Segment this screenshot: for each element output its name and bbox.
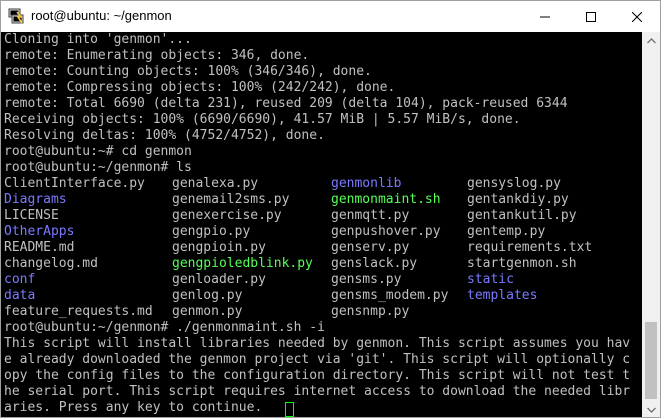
ls-entry-file: gentankutil.py	[467, 208, 577, 223]
output-line: Resolving deltas: 100% (4752/4752), done…	[4, 128, 325, 143]
title-bar[interactable]: root@ubuntu: ~/genmon	[1, 1, 660, 32]
ls-entry-file: gentemp.py	[467, 224, 546, 239]
scroll-up-icon	[646, 37, 656, 43]
output-line: remote: Compressing objects: 100% (242/2…	[4, 80, 396, 95]
ls-entry-file: genlog.py	[172, 288, 243, 303]
close-button[interactable]	[614, 1, 660, 32]
ls-entry-file: genloader.py	[172, 272, 266, 287]
output-line: Receiving objects: 100% (6690/6690), 41.…	[4, 112, 521, 127]
ls-entry-file: genpushover.py	[331, 224, 441, 239]
minimize-button[interactable]	[522, 1, 568, 32]
ls-entry-file: changelog.md	[4, 256, 98, 271]
putty-icon[interactable]	[8, 8, 24, 24]
ls-entry-file: genalexa.py	[172, 176, 259, 191]
output-line: remote: Counting objects: 100% (346/346)…	[4, 64, 372, 79]
ls-entry-file: gensms_modem.py	[331, 288, 449, 303]
ls-entry-file: gensyslog.py	[467, 176, 561, 191]
output-line: aries. Press any key to continue.	[4, 400, 263, 415]
ls-entry-file: gensnmp.py	[331, 304, 410, 319]
terminal-window: root@ubuntu: ~/genmon Cloning into 'genm…	[0, 0, 661, 418]
ls-entry-file: genemail2sms.py	[172, 192, 290, 207]
output-line: remote: Total 6690 (delta 231), reused 2…	[4, 96, 568, 111]
close-icon	[632, 11, 642, 22]
output-line: e already downloaded the genmon project …	[4, 352, 631, 367]
ls-entry-file: gensms.py	[331, 272, 402, 287]
ls-entry-directory: templates	[467, 288, 538, 303]
output-line: he serial port. This script requires int…	[4, 384, 631, 399]
prompt-line: root@ubuntu:~/genmon# ls	[4, 160, 192, 175]
output-line: This script will install libraries neede…	[4, 336, 631, 351]
terminal-output[interactable]: Cloning into 'genmon'... remote: Enumera…	[2, 32, 642, 417]
text-cursor	[285, 402, 294, 417]
ls-entry-file: gengpio.py	[172, 224, 251, 239]
ls-entry-file: genmqtt.py	[331, 208, 410, 223]
ls-entry-directory: Diagrams	[4, 192, 67, 207]
ls-entry-file: gengpioledblink.py	[172, 256, 313, 271]
ls-entry-file: gengpioin.py	[172, 240, 266, 255]
output-line: remote: Enumerating objects: 346, done.	[4, 48, 310, 63]
ls-entry-file: startgenmon.sh	[467, 256, 577, 271]
ls-entry-file: genslack.py	[331, 256, 418, 271]
scrollbar-thumb[interactable]	[645, 322, 657, 399]
ls-entry-file: requirements.txt	[467, 240, 593, 255]
ls-entry-file: LICENSE	[4, 208, 59, 223]
ls-entry-directory: data	[4, 288, 36, 303]
output-line: Cloning into 'genmon'...	[4, 32, 192, 47]
ls-entry-directory: genmonlib	[331, 176, 402, 191]
ls-entry-file: gentankdiy.py	[467, 192, 569, 207]
ls-entry-file: genmon.py	[172, 304, 243, 319]
scroll-up-button[interactable]	[642, 32, 660, 49]
prompt-line: root@ubuntu:~# cd genmon	[4, 144, 192, 159]
prompt-line: root@ubuntu:~/genmon# ./genmonmaint.sh -…	[4, 320, 325, 335]
ls-entry-directory: static	[467, 272, 514, 287]
ls-entry-file: genmonmaint.sh	[331, 192, 441, 207]
output-line: opy the config files to the configuratio…	[4, 368, 631, 383]
minimize-icon	[540, 16, 550, 17]
ls-entry-file: ClientInterface.py	[4, 176, 145, 191]
ls-entry-file: README.md	[4, 240, 75, 255]
ls-entry-file: feature_requests.md	[4, 304, 153, 319]
maximize-icon	[586, 11, 596, 22]
ls-entry-file: genserv.py	[331, 240, 410, 255]
scroll-down-icon	[646, 407, 656, 413]
vertical-scrollbar[interactable]	[642, 32, 660, 417]
scroll-down-button[interactable]	[642, 401, 660, 417]
maximize-button[interactable]	[568, 1, 614, 32]
window-title: root@ubuntu: ~/genmon	[31, 8, 172, 23]
ls-entry-directory: conf	[4, 272, 36, 287]
ls-entry-directory: OtherApps	[4, 224, 75, 239]
ls-entry-file: genexercise.py	[172, 208, 282, 223]
